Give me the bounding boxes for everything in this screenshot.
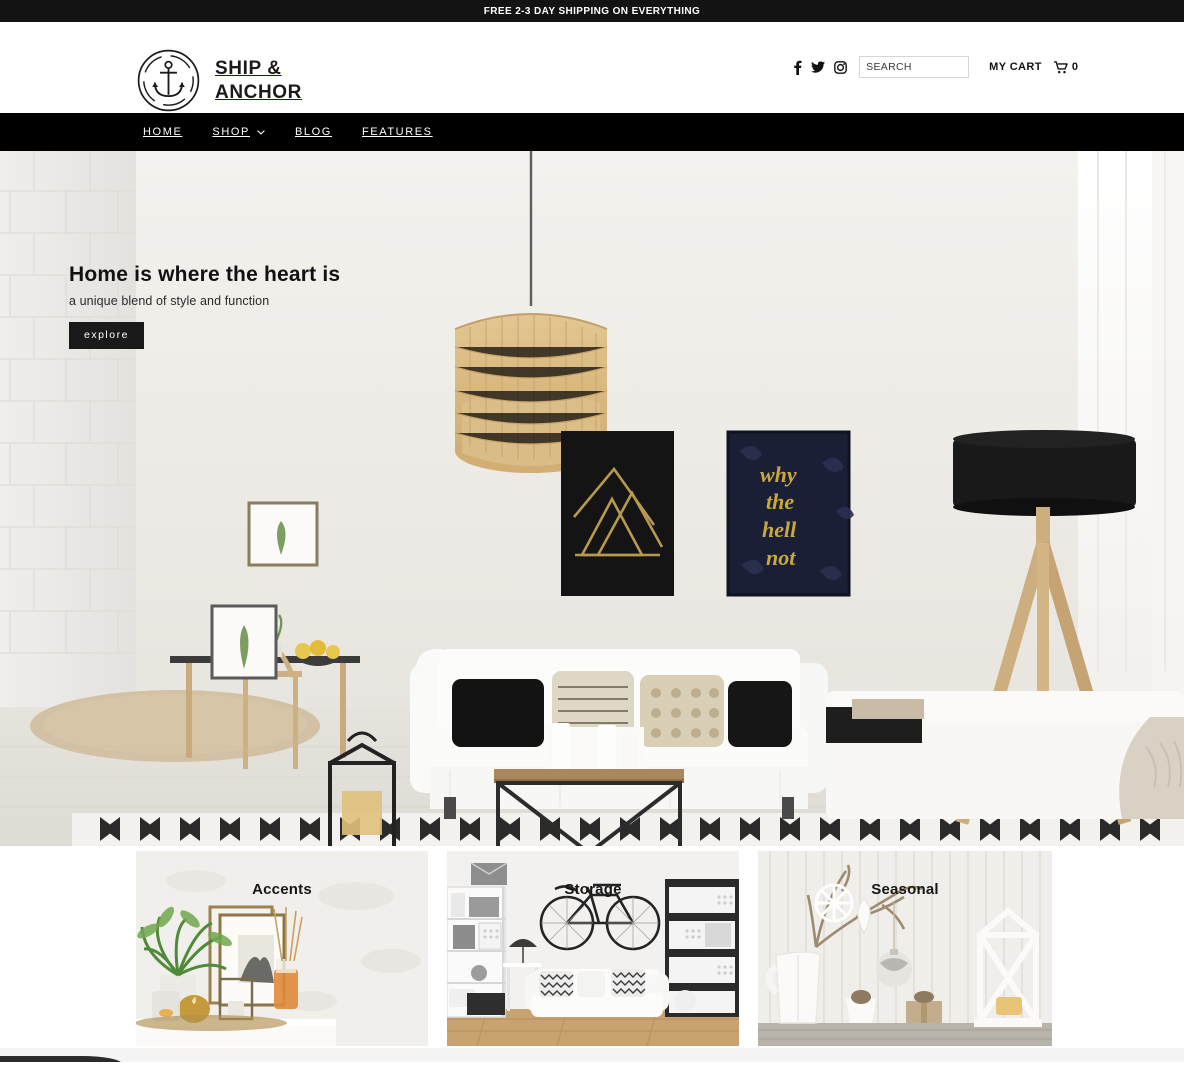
header-utilities: MY CART 0	[793, 56, 1078, 78]
cart-link[interactable]: MY CART 0	[989, 60, 1078, 74]
cart-count: 0	[1071, 61, 1078, 73]
nav-item-blog[interactable]: BLOG	[295, 126, 332, 138]
hero-image: why the hell not	[0, 151, 1184, 846]
collection-card-seasonal-title: Seasonal	[871, 881, 939, 898]
collection-card-accents-title: Accents	[252, 881, 312, 898]
svg-text:the: the	[766, 489, 794, 514]
search-input[interactable]	[859, 56, 970, 78]
hero-title: Home is where the heart is	[69, 263, 341, 286]
logo-text: SHIP & ANCHOR	[215, 57, 302, 105]
explore-button[interactable]: explore	[69, 322, 144, 349]
nav-item-features[interactable]: FEATURES	[362, 126, 433, 138]
cart-label: MY CART	[989, 61, 1042, 73]
svg-text:hell: hell	[762, 517, 797, 542]
nav-item-blog-label: BLOG	[294, 126, 332, 138]
hero-subtitle: a unique blend of style and function	[69, 294, 270, 308]
collection-card-seasonal[interactable]: Seasonal	[758, 851, 1052, 1046]
nav-item-home[interactable]: HOME	[143, 126, 182, 138]
chevron-down-icon	[257, 126, 265, 138]
announcement-text: FREE 2-3 DAY SHIPPING ON EVERYTHING	[483, 5, 701, 17]
site-logo[interactable]: SHIP & ANCHOR	[136, 48, 302, 113]
anchor-in-circle-logo-icon	[137, 49, 200, 112]
social-links	[793, 60, 848, 75]
logo-line-2: ANCHOR	[215, 81, 302, 103]
site-header: SHIP & ANCHOR MY CART 0	[0, 22, 1184, 113]
shopping-cart-icon	[1053, 60, 1068, 73]
nav-item-shop[interactable]: SHOP	[212, 126, 265, 138]
logo-line-1: SHIP &	[215, 57, 282, 79]
svg-text:why: why	[760, 462, 797, 487]
svg-text:not: not	[766, 545, 796, 570]
main-navigation: HOME SHOP BLOG FEATURES	[0, 113, 1184, 151]
collection-card-storage[interactable]: Storage	[447, 851, 739, 1046]
nav-item-shop-label: SHOP	[212, 126, 250, 138]
nav-item-features-label: FEATURES	[361, 126, 433, 138]
twitter-icon[interactable]	[811, 61, 826, 73]
facebook-icon[interactable]	[793, 60, 802, 75]
hero-banner[interactable]: why the hell not Home is where the heart…	[0, 151, 1184, 846]
next-section-cutoff	[0, 1048, 1184, 1062]
nav-item-home-label: HOME	[143, 126, 183, 138]
collection-card-storage-title: Storage	[564, 881, 622, 898]
announcement-bar: FREE 2-3 DAY SHIPPING ON EVERYTHING	[0, 0, 1184, 22]
collection-card-accents[interactable]: Accents	[136, 851, 428, 1046]
instagram-icon[interactable]	[834, 60, 848, 74]
next-section-partial-image	[0, 1056, 122, 1062]
collection-cards: Accents Storage Seasonal	[0, 850, 1184, 1046]
collection-cards-section: Accents Storage Seasonal	[0, 846, 1184, 1062]
hero-content: Home is where the heart is a unique blen…	[69, 263, 340, 349]
